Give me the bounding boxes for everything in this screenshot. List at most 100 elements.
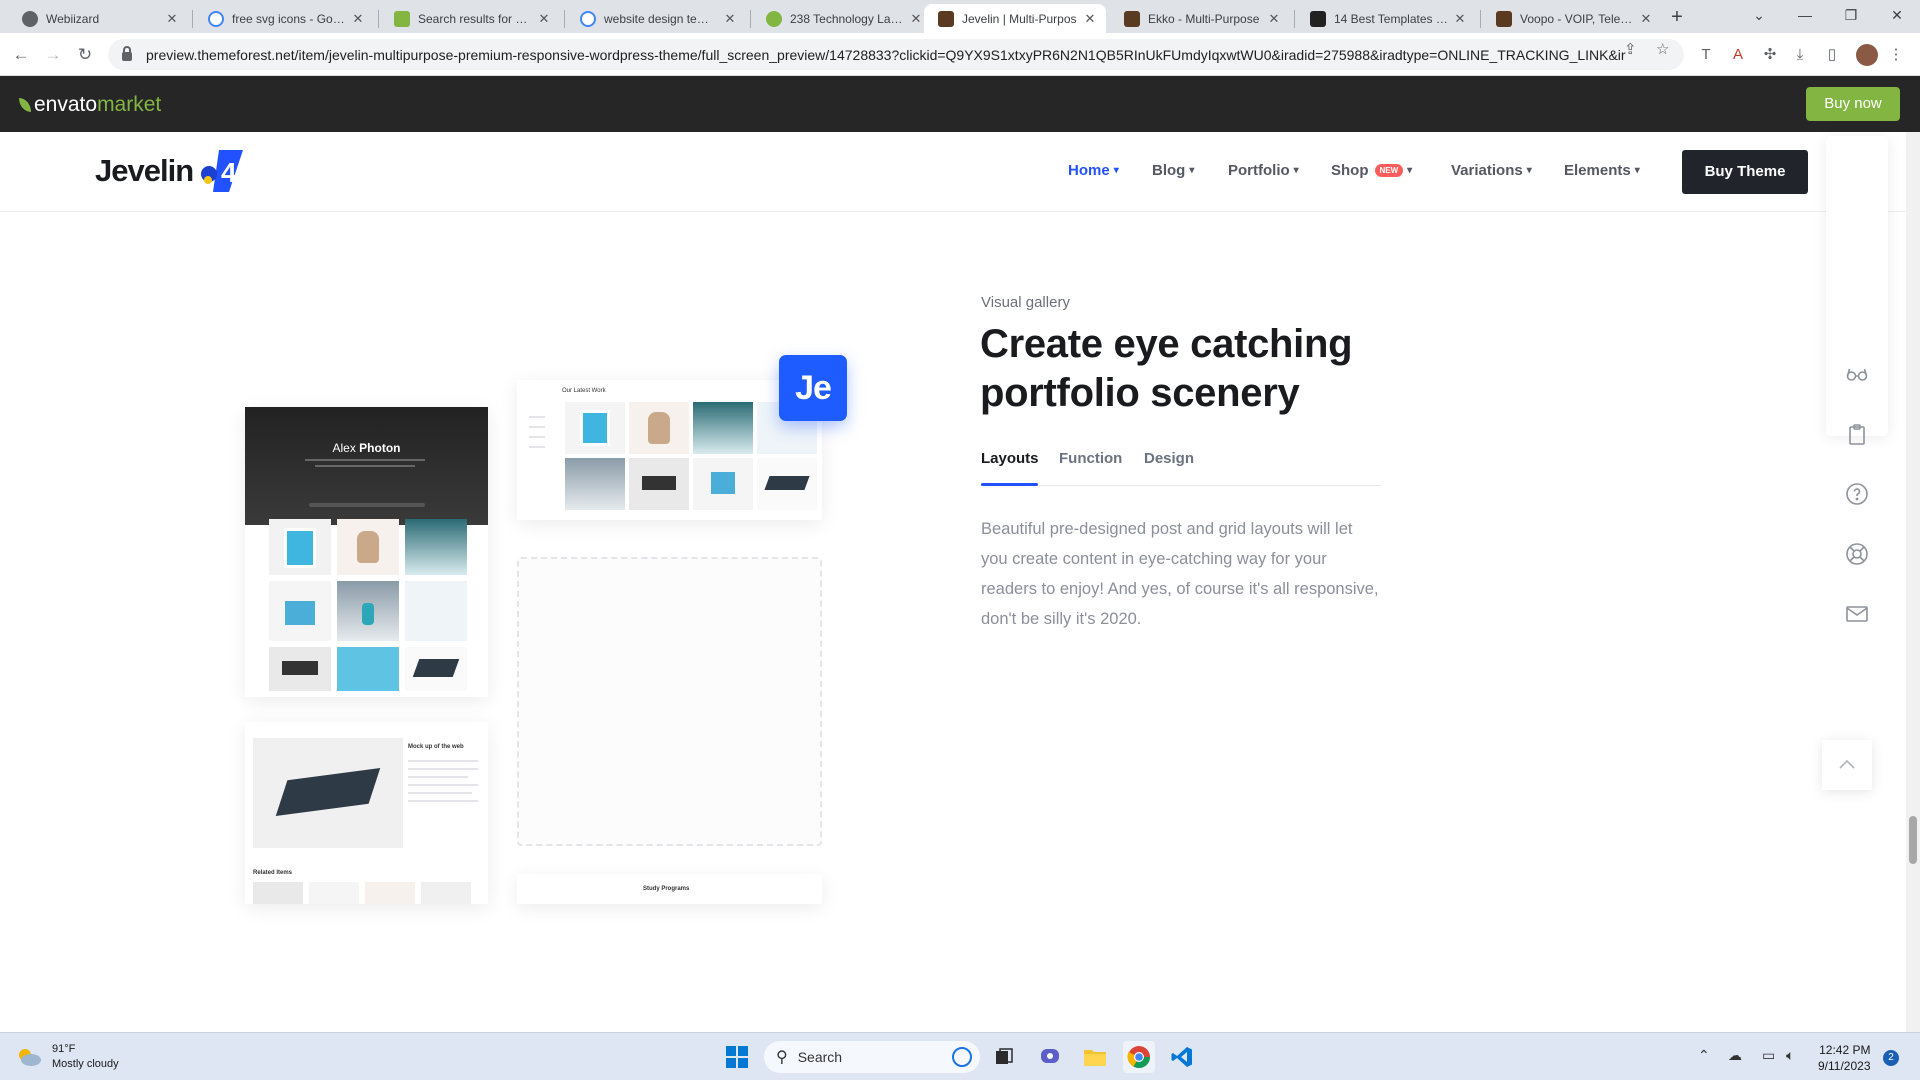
show-hidden-icons-chevron-icon[interactable]: ⌃ <box>1698 1047 1710 1064</box>
site-logo[interactable]: Jevelin 4 <box>95 146 245 196</box>
active-tab-underline <box>981 483 1038 486</box>
tab-design[interactable]: Design <box>1144 450 1194 467</box>
file-explorer-icon[interactable] <box>1079 1041 1111 1073</box>
menu-elements[interactable]: Elements ▾ <box>1564 162 1640 179</box>
mail-icon[interactable] <box>1845 602 1869 626</box>
side-panel-icon[interactable]: ▯ <box>1822 45 1842 65</box>
browser-tab[interactable]: website design templa ✕ <box>566 4 746 33</box>
close-icon[interactable]: ✕ <box>1452 11 1468 27</box>
close-icon[interactable]: ✕ <box>164 11 180 27</box>
browser-tab[interactable]: Search results for Chec ✕ <box>380 4 560 33</box>
thumb-bag <box>629 402 689 454</box>
vscode-icon[interactable] <box>1166 1041 1198 1073</box>
envato-leaf-icon <box>19 98 31 112</box>
tab-title: Ekko - Multi-Purpose <box>1148 11 1260 26</box>
system-clock[interactable]: 12:42 PM 9/11/2023 <box>1818 1042 1871 1074</box>
task-view-icon[interactable] <box>988 1041 1020 1073</box>
thumb-blue-mockup <box>337 647 399 691</box>
visual-gallery-section: Alex Photon Our Latest Work Je Mock up o… <box>0 212 1906 1032</box>
envato-logo[interactable]: envato market <box>19 93 161 117</box>
url-text[interactable]: preview.themeforest.net/item/jevelin-mul… <box>146 47 1626 63</box>
reload-icon[interactable]: ↻ <box>72 42 98 68</box>
restore-icon[interactable]: ❐ <box>1828 4 1874 28</box>
profile-avatar[interactable] <box>1856 44 1878 66</box>
menu-shop[interactable]: Shop NEW ▾ <box>1331 162 1412 179</box>
browser-tab[interactable]: Ekko - Multi-Purpose ✕ <box>1110 4 1290 33</box>
envato-logo-text: envato <box>34 93 98 116</box>
buy-theme-button[interactable]: Buy Theme <box>1682 150 1808 194</box>
clipboard-icon[interactable] <box>1845 422 1869 446</box>
tab-search-chevron-icon[interactable]: ⌄ <box>1736 4 1782 28</box>
scroll-to-top-button[interactable] <box>1822 740 1872 790</box>
chrome-icon[interactable] <box>1123 1041 1155 1073</box>
related-thumb <box>365 882 415 904</box>
card-latest-work-title: Our Latest Work <box>562 388 606 394</box>
chevron-down-icon: ▾ <box>1407 165 1413 176</box>
close-icon[interactable]: ✕ <box>350 11 366 27</box>
share-icon[interactable]: ⇪ <box>1624 40 1637 58</box>
back-icon[interactable]: ← <box>8 42 34 68</box>
thumb-mockup-paper <box>253 738 403 848</box>
close-icon[interactable]: ✕ <box>1082 11 1098 27</box>
extension-translate-icon[interactable]: T <box>1696 45 1716 65</box>
close-icon[interactable]: ✕ <box>908 11 924 27</box>
hero-text-line <box>315 465 415 467</box>
chat-icon[interactable] <box>1034 1041 1066 1073</box>
browser-tab[interactable]: 238 Technology Landi ✕ <box>752 4 932 33</box>
download-icon[interactable]: ⤓ <box>1790 45 1810 65</box>
taskbar-search-input[interactable]: ⚲ Search <box>764 1041 980 1073</box>
close-icon[interactable]: ✕ <box>1638 11 1654 27</box>
menu-blog[interactable]: Blog ▾ <box>1152 162 1194 179</box>
network-icon[interactable]: ▭ <box>1762 1047 1775 1064</box>
close-icon[interactable]: ✕ <box>1266 11 1282 27</box>
menu-portfolio[interactable]: Portfolio ▾ <box>1228 162 1299 179</box>
gallery-card-study-programs: Study Programs <box>517 874 822 904</box>
windows-start-icon[interactable] <box>721 1041 753 1073</box>
browser-tab[interactable]: 14 Best Templates for ✕ <box>1296 4 1476 33</box>
text-line <box>408 776 468 778</box>
buy-now-button[interactable]: Buy now <box>1806 87 1900 121</box>
page-scrollbar[interactable] <box>1906 132 1920 1032</box>
clock-time: 12:42 PM <box>1819 1043 1871 1057</box>
bing-icon[interactable] <box>952 1047 972 1067</box>
browser-tab[interactable]: Voopo - VOIP, Telecon ✕ <box>1482 4 1662 33</box>
browser-tab[interactable]: Webiizard ✕ <box>8 4 188 33</box>
address-bar[interactable]: preview.themeforest.net/item/jevelin-mul… <box>108 39 1684 70</box>
notification-count-badge[interactable]: 2 <box>1883 1050 1899 1066</box>
bookmark-star-icon[interactable]: ☆ <box>1656 40 1669 58</box>
onedrive-icon[interactable]: ☁ <box>1728 1047 1742 1064</box>
minimize-icon[interactable]: — <box>1782 4 1828 28</box>
browser-tab-active[interactable]: Jevelin | Multi-Purpos ✕ <box>924 4 1106 33</box>
extension-adobe-icon[interactable]: A <box>1728 45 1748 65</box>
browser-menu-icon[interactable]: ⋮ <box>1886 45 1906 65</box>
menu-variations[interactable]: Variations ▾ <box>1451 162 1532 179</box>
new-tab-button[interactable]: + <box>1664 6 1690 30</box>
thumb-hiker <box>337 581 399 641</box>
support-icon[interactable] <box>1845 542 1869 566</box>
scrollbar-thumb[interactable] <box>1909 816 1917 864</box>
tab-function[interactable]: Function <box>1059 450 1122 467</box>
thumb-bag <box>337 519 399 575</box>
thumb-frame <box>565 402 625 454</box>
gallery-card-placeholder <box>517 557 822 846</box>
chevron-down-icon: ▾ <box>1526 165 1532 176</box>
browser-tab[interactable]: free svg icons - Google ✕ <box>194 4 374 33</box>
gallery-card-photography: Alex Photon <box>245 407 488 697</box>
gallery-card-latest-work: Our Latest Work <box>517 380 822 520</box>
window-close-icon[interactable]: ✕ <box>1874 4 1920 28</box>
help-icon[interactable] <box>1845 482 1869 506</box>
glasses-icon[interactable] <box>1845 362 1869 386</box>
close-icon[interactable]: ✕ <box>536 11 552 27</box>
tab-divider <box>750 10 751 28</box>
close-icon[interactable]: ✕ <box>722 11 738 27</box>
themeforest-icon <box>394 10 410 27</box>
menu-home[interactable]: Home ▾ <box>1068 162 1119 179</box>
tab-title: 14 Best Templates for <box>1334 11 1448 26</box>
volume-icon[interactable]: 🔈︎ <box>1786 1047 1794 1064</box>
tab-layouts[interactable]: Layouts <box>981 450 1039 467</box>
weather-widget[interactable]: 91°F Mostly cloudy <box>16 1042 119 1072</box>
extensions-puzzle-icon[interactable]: ✣ <box>1760 45 1780 65</box>
forward-icon[interactable]: → <box>40 42 66 68</box>
theme-favicon-icon <box>1496 10 1512 27</box>
section-heading: Create eye catching portfolio scenery <box>980 322 1353 415</box>
